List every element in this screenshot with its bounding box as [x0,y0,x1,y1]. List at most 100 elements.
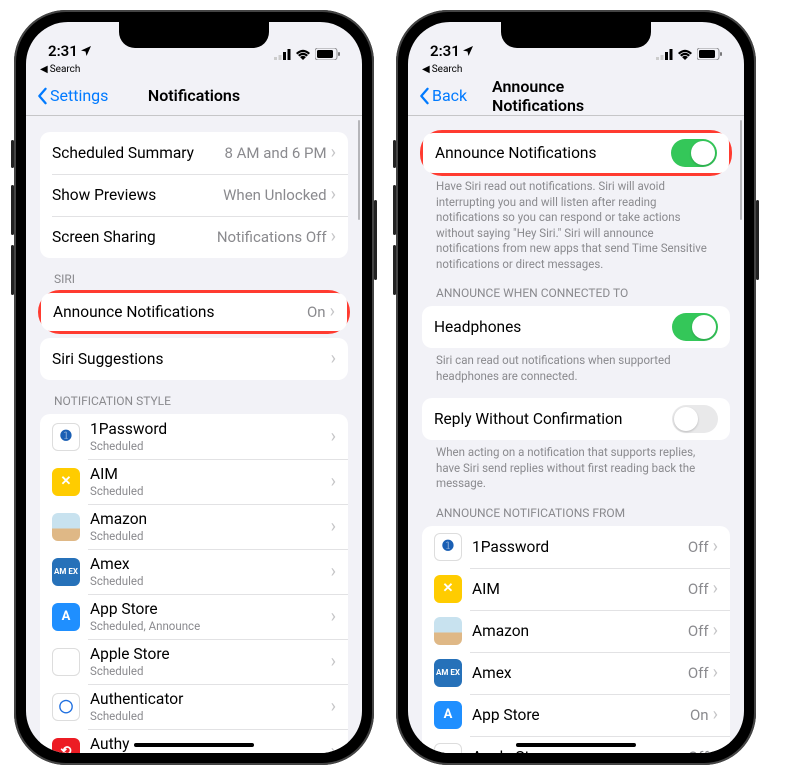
cellular-icon [274,49,291,60]
app-icon: A [52,603,80,631]
location-icon [462,45,474,57]
app-icon: ➊ [434,533,462,561]
home-indicator[interactable] [516,743,636,747]
app-sub: Scheduled, Announce [90,619,331,633]
back-label: Settings [50,86,108,105]
app-row[interactable]: A App Store On› [422,694,730,736]
app-row[interactable]: AM EX Amex Off› [422,652,730,694]
app-icon: AM EX [434,659,462,687]
wifi-icon [677,49,693,60]
back-button[interactable]: Back [418,86,467,105]
breadcrumb-chevron-icon: ◀ [40,64,48,75]
app-label: AIM [90,465,331,483]
app-icon: ➊ [52,423,80,451]
app-row[interactable]: A App Store Scheduled, Announce › [40,594,348,639]
back-label: Back [432,86,467,105]
wifi-icon [295,49,311,60]
app-value: Off [688,580,709,598]
chevron-left-icon [36,87,48,105]
announce-apps-group: ➊ 1Password Off› ✕ AIM Off› Amazon Off› … [422,526,730,753]
chevron-right-icon: › [331,518,336,536]
headphones-label: Headphones [434,318,672,336]
back-button[interactable]: Settings [36,86,108,105]
app-row[interactable]: AM EX Amex Scheduled › [40,549,348,594]
app-icon [434,617,462,645]
chevron-right-icon: › [331,144,336,162]
location-icon [80,45,92,57]
announce-toggle[interactable] [671,139,717,167]
announce-toggle-highlight: Announce Notifications [420,130,732,176]
app-row[interactable]: ⟲ Authy Scheduled › [40,729,348,753]
breadcrumb-label: Search [432,64,463,75]
apps-group: ➊ 1Password Scheduled › ✕ AIM Scheduled … [40,414,348,753]
app-row[interactable]: Amazon Off› [422,610,730,652]
app-row[interactable]: ➊ 1Password Off› [422,526,730,568]
app-row[interactable]: ✕ AIM Scheduled › [40,459,348,504]
app-label: App Store [90,600,331,618]
app-icon [52,648,80,676]
app-icon: ✕ [434,575,462,603]
announce-notifications-row[interactable]: Announce Notifications [423,133,729,173]
breadcrumb[interactable]: ◀ Search [408,62,744,76]
reply-row[interactable]: Reply Without Confirmation [422,398,730,440]
chevron-right-icon: › [331,428,336,446]
settings-row[interactable]: Announce Notifications On› [41,293,347,331]
app-sub: Scheduled [90,529,331,543]
phone-right: 2:31 ◀ Search Back Announce Notification… [396,10,756,765]
headphones-footer: Siri can read out notifications when sup… [422,348,730,384]
settings-row[interactable]: Show Previews When Unlocked › [40,174,348,216]
chevron-right-icon: › [331,350,336,368]
chevron-right-icon: › [713,706,718,724]
nav-bar: Settings Notifications [26,76,362,116]
row-label: Show Previews [52,186,223,204]
announce-label: Announce Notifications [435,144,671,162]
app-sub: Scheduled [90,484,331,498]
chevron-right-icon: › [330,303,335,321]
app-row[interactable]: Amazon Scheduled › [40,504,348,549]
scroll-indicator[interactable] [358,120,361,220]
app-label: Authenticator [90,690,331,708]
app-label: Amazon [90,510,331,528]
home-indicator[interactable] [134,743,254,747]
settings-row[interactable]: Scheduled Summary 8 AM and 6 PM› [40,132,348,174]
scroll-indicator[interactable] [740,120,743,220]
notch [501,22,651,48]
row-label: Screen Sharing [52,228,217,246]
settings-row[interactable]: Screen Sharing Notifications Off› [40,216,348,258]
chevron-right-icon: › [331,186,336,204]
app-label: Apple Store [472,748,688,753]
chevron-right-icon: › [331,653,336,671]
breadcrumb[interactable]: ◀ Search [26,62,362,76]
headphones-row[interactable]: Headphones [422,306,730,348]
app-label: Apple Store [90,645,331,663]
reply-label: Reply Without Confirmation [434,410,672,428]
breadcrumb-chevron-icon: ◀ [422,64,430,75]
row-value: When Unlocked [223,186,326,204]
app-row[interactable]: ➊ 1Password Scheduled › [40,414,348,459]
settings-row[interactable]: Siri Suggestions › [40,338,348,380]
phone-left: 2:31 ◀ Search Settings Notifications [14,10,374,765]
app-row[interactable]: Apple Store Scheduled › [40,639,348,684]
chevron-right-icon: › [331,743,336,754]
app-label: Amex [472,664,688,682]
app-row[interactable]: ✕ AIM Off› [422,568,730,610]
app-icon: ✕ [52,468,80,496]
row-label: Siri Suggestions [52,350,327,368]
app-row[interactable]: ◯ Authenticator Scheduled › [40,684,348,729]
app-value: On [690,706,709,724]
nav-bar: Back Announce Notifications [408,76,744,116]
headphones-toggle[interactable] [672,313,718,341]
chevron-right-icon: › [713,538,718,556]
chevron-right-icon: › [713,664,718,682]
app-value: Off [688,664,709,682]
app-sub: Scheduled [90,664,331,678]
announce-footer: Have Siri read out notifications. Siri w… [422,174,730,272]
announce-row-highlight: Announce Notifications On› [38,290,350,334]
siri-header: SIRI [40,272,348,292]
battery-icon [315,48,340,60]
breadcrumb-label: Search [50,64,81,75]
app-sub: Scheduled [90,709,331,723]
chevron-right-icon: › [713,622,718,640]
reply-toggle[interactable] [672,405,718,433]
app-icon: ⟲ [52,738,80,754]
